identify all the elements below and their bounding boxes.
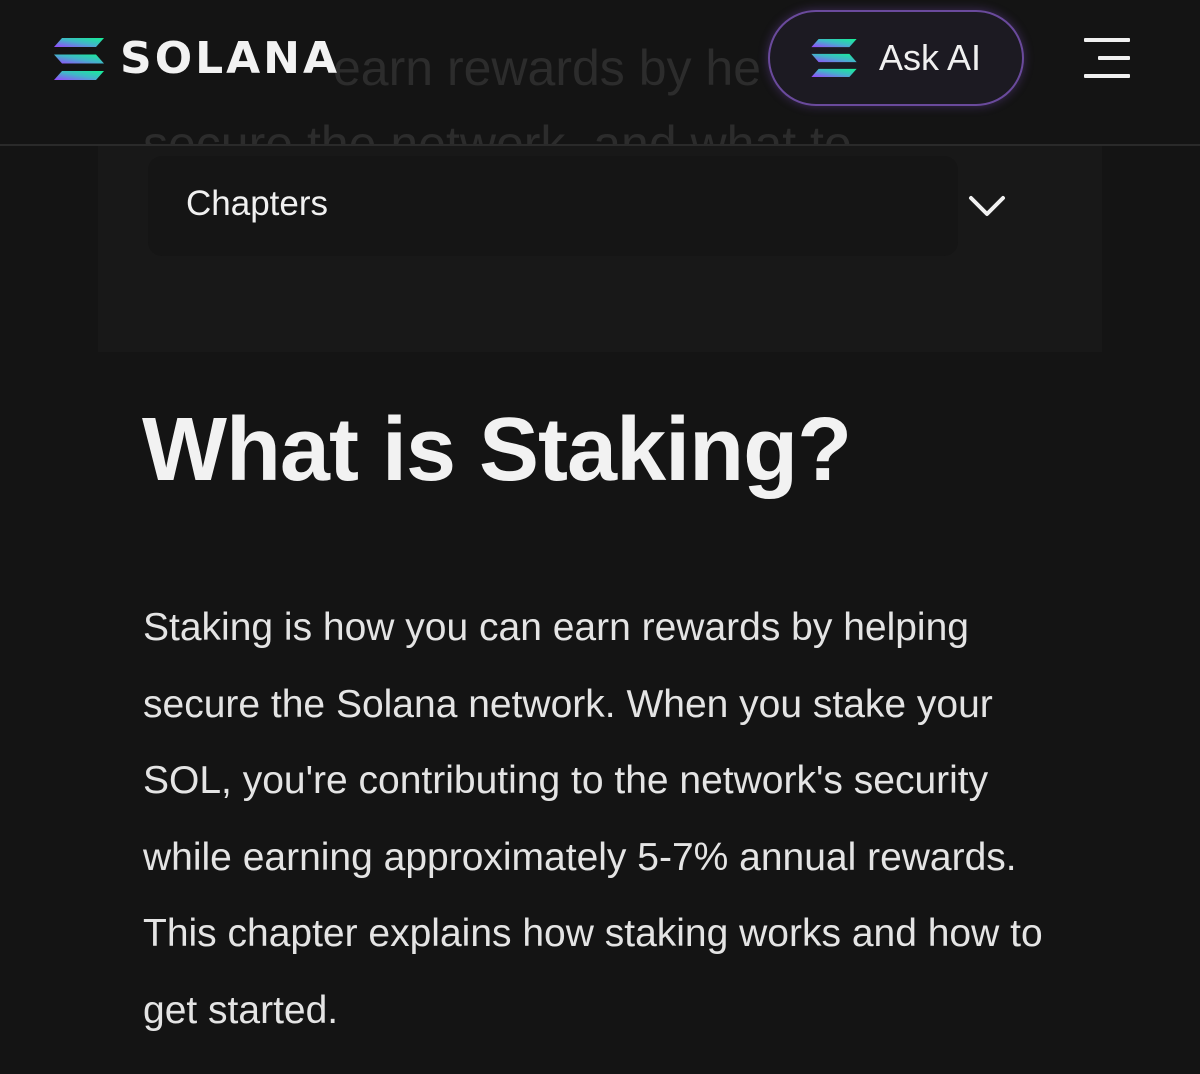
article-intro-paragraph: Staking is how you can earn rewards by h… — [143, 606, 1043, 1032]
menu-bar — [1084, 74, 1130, 78]
page-title: What is Staking? — [142, 400, 852, 500]
logo-wordmark: SOLANA — [120, 33, 341, 84]
hamburger-menu-icon[interactable] — [1084, 38, 1132, 80]
solana-logo-icon — [811, 39, 879, 77]
site-header: SOLANA Ask AI — [0, 0, 1200, 146]
chevron-down-icon[interactable] — [968, 194, 1006, 223]
menu-bar — [1098, 56, 1130, 60]
menu-bar — [1084, 38, 1130, 42]
solana-logo-icon — [54, 38, 104, 80]
page: earn rewards by he secure the network, a… — [0, 0, 1200, 1074]
ask-ai-button[interactable]: Ask AI — [768, 10, 1024, 106]
chapters-label: Chapters — [186, 184, 329, 223]
solana-logo-link[interactable]: SOLANA — [54, 36, 340, 82]
ask-ai-label: Ask AI — [878, 37, 982, 78]
